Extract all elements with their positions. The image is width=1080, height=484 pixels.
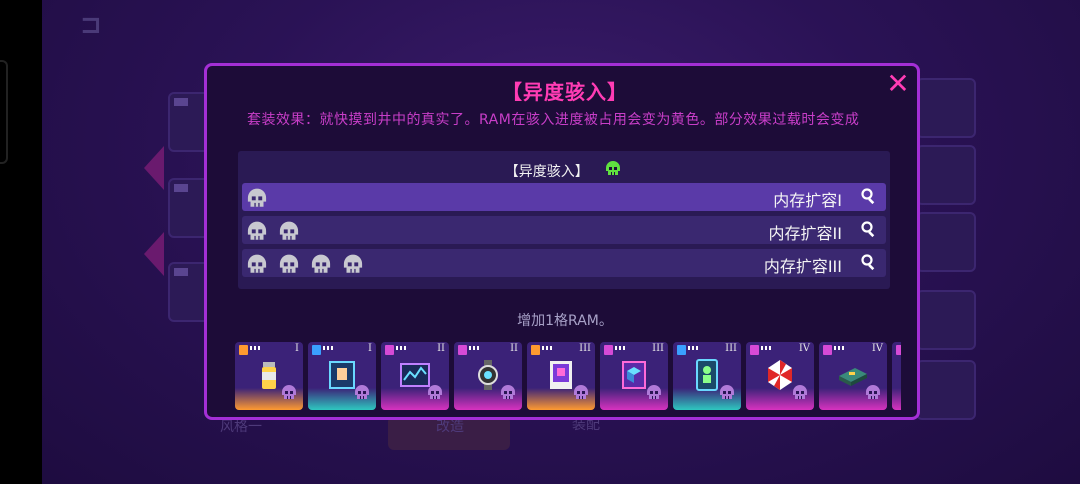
chip-skull-icon	[498, 383, 518, 407]
chip-glow	[892, 388, 901, 410]
chip-rank: III	[652, 343, 664, 354]
chip-rank: I	[295, 343, 299, 354]
chip-rank: I	[368, 343, 372, 354]
skull-icon	[244, 219, 273, 249]
chip-rank: II	[510, 343, 518, 354]
chip-card[interactable]: III	[673, 342, 741, 410]
background-chip-slot	[916, 212, 976, 272]
upgrade-description: 增加1格RAM。	[517, 313, 613, 329]
chip-rank: II	[437, 343, 445, 354]
chip-card[interactable]: II	[454, 342, 522, 410]
chip-tag-icon	[677, 345, 699, 355]
chip-skull-icon	[279, 383, 299, 407]
skull-icon	[308, 252, 337, 282]
green-skull-icon	[603, 159, 623, 183]
chip-skull-icon	[717, 383, 737, 407]
chip-skull-icon	[352, 383, 372, 407]
back-button[interactable]: ⊐	[80, 12, 114, 38]
chip-tag-icon	[823, 345, 845, 355]
chip-tag-icon	[385, 345, 407, 355]
upgrade-header: 【异度骇入】	[238, 159, 890, 183]
chip-tag-icon	[312, 345, 334, 355]
skull-icon	[276, 252, 305, 282]
skull-icon	[244, 186, 273, 216]
chip-card[interactable]	[892, 342, 901, 410]
tier-skulls	[244, 252, 372, 274]
chip-rank: III	[579, 343, 591, 354]
tier-skulls	[244, 186, 276, 208]
background-chip-slot	[916, 145, 976, 205]
modal-title: 【异度骇入】	[502, 80, 628, 104]
chip-rank: IV	[871, 343, 883, 354]
chip-tag-icon	[239, 345, 261, 355]
chip-tag-icon	[750, 345, 772, 355]
chip-card[interactable]: IV	[746, 342, 814, 410]
magnify-icon[interactable]	[860, 187, 878, 205]
upgrade-panel: 【异度骇入】 内存扩容I 内存扩容II 内存扩容III	[238, 151, 890, 289]
tier-label: 内存扩容I	[773, 191, 842, 210]
magnify-icon[interactable]	[860, 253, 878, 271]
chip-card[interactable]: IV	[819, 342, 887, 410]
background-chip-slot	[916, 78, 976, 138]
close-icon[interactable]: ✕	[885, 70, 911, 98]
chip-list: I I II II III III III IV IV	[235, 342, 901, 410]
chip-tag-icon	[604, 345, 626, 355]
chip-skull-icon	[425, 383, 445, 407]
upgrade-header-label: 【异度骇入】	[504, 164, 589, 180]
chip-card[interactable]: III	[527, 342, 595, 410]
tier-skulls	[244, 219, 308, 241]
chip-skull-icon	[644, 383, 664, 407]
background-left-arrow	[144, 146, 164, 190]
tier-row-1[interactable]: 内存扩容I	[242, 183, 886, 211]
skull-icon	[340, 252, 369, 282]
tier-row-2[interactable]: 内存扩容II	[242, 216, 886, 244]
chip-tag-icon	[531, 345, 553, 355]
background-left-arrow	[144, 232, 164, 276]
chip-rank: IV	[798, 343, 810, 354]
chip-skull-icon	[863, 383, 883, 407]
device-notch	[0, 60, 8, 164]
background-chip-slot	[916, 290, 976, 350]
set-effect-text: 套装效果：就快摸到井中的真实了。RAM在骇入进度被占用会变为黄色。部分效果过载时…	[247, 112, 860, 128]
chip-card[interactable]: III	[600, 342, 668, 410]
tier-label: 内存扩容II	[768, 224, 842, 243]
chip-skull-icon	[571, 383, 591, 407]
chip-tag-icon	[458, 345, 480, 355]
chip-card[interactable]: I	[308, 342, 376, 410]
chip-tag-icon	[896, 345, 901, 355]
magnify-icon[interactable]	[860, 220, 878, 238]
background-chip-slot	[916, 360, 976, 420]
chip-card[interactable]: II	[381, 342, 449, 410]
chip-rank: III	[725, 343, 737, 354]
tier-label: 内存扩容III	[763, 257, 842, 276]
tier-row-3[interactable]: 内存扩容III	[242, 249, 886, 277]
chip-card[interactable]: I	[235, 342, 303, 410]
skull-icon	[276, 219, 305, 249]
skull-icon	[244, 252, 273, 282]
chip-skull-icon	[790, 383, 810, 407]
set-detail-modal: 【异度骇入】 ✕ 套装效果：就快摸到井中的真实了。RAM在骇入进度被占用会变为黄…	[204, 63, 920, 420]
